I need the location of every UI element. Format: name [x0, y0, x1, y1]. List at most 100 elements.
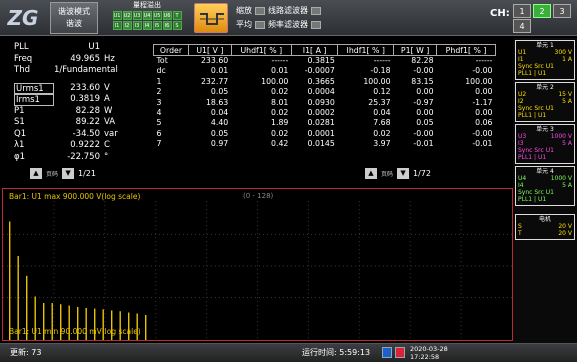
reading-unit: W [104, 105, 113, 116]
row-order: Tot [156, 56, 168, 65]
column-header: Phdf1[ % ] [436, 44, 496, 56]
table-page-down-button[interactable]: ▼ [397, 168, 410, 179]
row-order: 5 [156, 118, 162, 128]
card-pll: PLL1 | U1 [518, 196, 547, 203]
card-title: 单元 4 [536, 168, 554, 175]
table-cell: 233.60 [200, 56, 229, 65]
channel-card-3[interactable]: 单元 3 U3 1000 V I3 5 A Sync Src U1 PLL1 | U1 [515, 124, 575, 164]
card-current-range: 20 V [558, 230, 572, 237]
range-overflow-indicator: 量程溢出 U1 U2 U3 U4 U5 U6 T I1 I2 I3 I4 I5 I6 S [104, 1, 190, 35]
waveform-toggle-button[interactable] [194, 3, 228, 33]
network-icon [395, 347, 405, 358]
table-cell: -0.18 [370, 66, 391, 76]
card-current-range: 5 A [562, 98, 572, 105]
pll-label: PLL [14, 42, 29, 52]
range-chip-s: S [172, 21, 182, 30]
freq-label: Freq [14, 53, 33, 64]
card-current-label: I4 [518, 182, 524, 189]
table-cell: 4.40 [210, 118, 229, 128]
table-page-up-button[interactable]: ▲ [365, 168, 377, 179]
card-line: T 20 V [518, 230, 572, 237]
range-chip-t: T [172, 11, 182, 20]
status-bar: 更新: 73 运行时间: 5:59:13 2020-03-28 17:22:58 [0, 343, 577, 362]
range-chip-i1: I1 [112, 21, 122, 30]
range-chip-i6: I6 [162, 21, 172, 30]
line-filter-checkbox[interactable] [311, 7, 321, 15]
harmonic-bar [9, 221, 11, 340]
range-chip-u5: U5 [152, 11, 162, 20]
channel-4-button[interactable]: 4 [513, 19, 531, 33]
channel-card-4[interactable]: 单元 4 U4 1000 V I4 5 A Sync Src U1 PLL1 | U1 [515, 166, 575, 206]
chart-max-label: Bar1: U1 max 900.000 V(log scale) [9, 192, 141, 201]
table-cell: 0.04 [210, 108, 229, 118]
table-pager: ▲ 页码 ▼ 1/72 [365, 168, 431, 179]
column-header: P1[ W ] [393, 44, 438, 56]
table-cell: 0.02 [271, 108, 289, 118]
reading-row: Urms1 233.60 V [14, 82, 139, 94]
column-header: Uhdf1[ % ] [230, 44, 292, 56]
card-title: 电机 [538, 216, 551, 223]
table-row: 7 0.97 0.42 0.0145 3.97 -0.01 -0.01 [154, 139, 496, 149]
card-voltage-range: 1000 V [550, 175, 572, 182]
channel-card-1[interactable]: 单元 1 U1 300 V I1 1 A Sync Src U1 PLL1 | U1 [515, 40, 575, 80]
freq-filter-checkbox[interactable] [311, 21, 321, 29]
table-cell: 100.00 [261, 76, 289, 86]
table-cell: -0.00 [413, 128, 434, 138]
row-order: 1 [156, 76, 162, 86]
mode-label: 谐波模式 [58, 7, 90, 16]
channel-2-button[interactable]: 2 [533, 4, 551, 18]
card-line: U1 300 V [518, 49, 572, 56]
card-pll: PLL1 | U1 [518, 112, 547, 119]
zoom-label: 缩放 [236, 6, 252, 15]
table-cell: -0.01 [413, 139, 434, 149]
top-toolbar: ZG 谐波模式 谐波 量程溢出 U1 U2 U3 U4 U5 U6 T I1 I2 I3 I4 I5… [0, 0, 577, 36]
card-line: I3 5 A [518, 140, 572, 147]
table-row: Tot 233.60 ------ 0.3815 ------ 82.28 ------ [154, 56, 496, 67]
average-label: 平均 [236, 20, 252, 29]
channel-1-button[interactable]: 1 [513, 4, 531, 18]
table-cell: -0.0007 [304, 66, 335, 76]
card-line: U3 1000 V [518, 133, 572, 140]
page-label: 页码 [46, 171, 59, 178]
column-header: Ihdf1[ % ] [337, 44, 395, 56]
reading-unit: ° [104, 151, 109, 162]
column-header: U1[ V ] [187, 44, 232, 56]
channel-card-5[interactable]: 电机 S 20 V T 20 V [515, 214, 575, 240]
harmonic-bar [145, 315, 147, 340]
table-row: 6 0.05 0.02 0.0001 0.02 -0.00 -0.00 [154, 129, 496, 139]
table-row: 2 0.05 0.02 0.0004 0.12 0.00 0.00 [154, 87, 496, 97]
channel-3-button[interactable]: 3 [553, 4, 571, 18]
table-cell: 0.42 [271, 139, 289, 149]
range-row-current: I1 I2 I3 I4 I5 I6 S [104, 21, 190, 30]
zoom-checkbox[interactable] [255, 7, 265, 15]
channel-card-2[interactable]: 单元 2 U2 15 V I2 5 A Sync Src U1 PLL1 | U1 [515, 82, 575, 122]
page-down-button[interactable]: ▼ [62, 168, 75, 179]
table-cell: ------ [271, 56, 289, 65]
table-cell: -0.00 [413, 66, 434, 76]
table-cell: 0.00 [475, 108, 493, 118]
average-checkbox[interactable] [255, 21, 265, 29]
table-cell: 0.02 [271, 128, 289, 138]
range-chip-i4: I4 [142, 21, 152, 30]
table-cell: 232.77 [200, 76, 229, 86]
page-up-button[interactable]: ▲ [30, 168, 42, 179]
table-cell: 0.0004 [307, 87, 335, 97]
mode-button[interactable]: 谐波模式 谐波 [50, 2, 98, 34]
pll-value: U1 [88, 42, 100, 52]
table-cell: 0.05 [210, 87, 229, 97]
table-cell: 0.04 [373, 108, 391, 118]
reading-row: Q1 -34.50 var [14, 129, 139, 141]
table-cell: 8.01 [271, 97, 289, 107]
datetime: 2020-03-28 17:22:58 [410, 345, 448, 361]
thd-value: 1/Fundamental [54, 65, 118, 75]
table-cell: 0.00 [475, 87, 493, 97]
line-filter-label: 线路滤波器 [268, 6, 308, 15]
row-order: 4 [156, 108, 162, 118]
reading-value: -22.750 [67, 151, 100, 162]
table-page-label: 页码 [381, 171, 394, 178]
date: 2020-03-28 [410, 345, 448, 353]
range-chip-i5: I5 [152, 21, 162, 30]
card-voltage-label: S [518, 223, 522, 230]
range-chip-u2: U2 [122, 11, 132, 20]
table-cell: 0.0145 [307, 139, 335, 149]
